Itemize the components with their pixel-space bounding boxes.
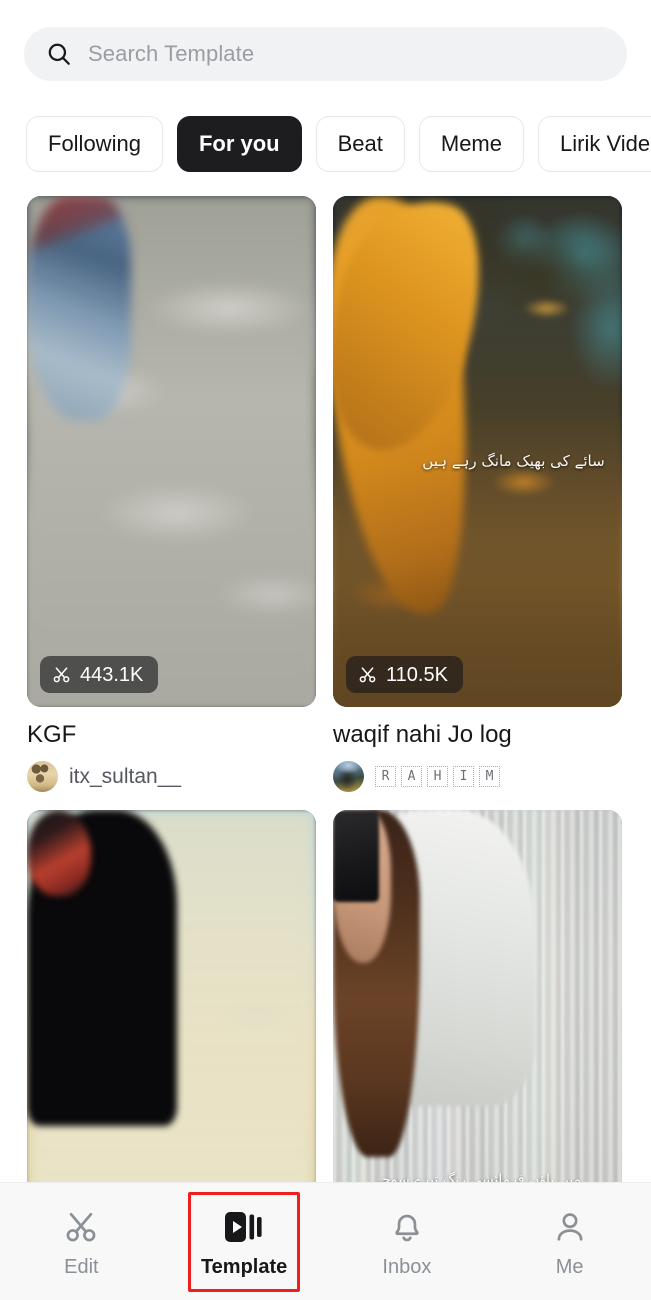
author-glyph: H (427, 766, 448, 788)
author-name: R A H I M (375, 766, 500, 788)
tab-meme[interactable]: Meme (418, 115, 524, 172)
bottom-navigation[interactable]: Edit Template Inbox Me (0, 1182, 651, 1300)
template-grid: 443.1K KGF itx_sultan__ سائے کی بھیک مان… (0, 196, 651, 1182)
bell-icon (386, 1206, 428, 1248)
thumb-phone-layer (333, 809, 380, 902)
author-glyph: A (401, 766, 422, 788)
template-author[interactable]: itx_sultan__ (27, 761, 316, 793)
nav-label-template: Template (200, 1256, 288, 1278)
nav-label-edit: Edit (64, 1256, 99, 1278)
usage-count-text: 110.5K (386, 663, 448, 686)
search-input[interactable]: Search Template (24, 27, 627, 81)
tab-for-you[interactable]: For you (176, 115, 302, 172)
search-placeholder-text: Search Template (88, 41, 255, 66)
tab-following[interactable]: Following (26, 115, 163, 172)
thumb-subject-layer (27, 196, 132, 421)
usage-count-text: 443.1K (80, 663, 144, 686)
template-author[interactable]: R A H I M (333, 761, 622, 793)
category-tabs[interactable]: Following For you Beat Meme Lirik Video (26, 115, 651, 172)
template-card[interactable]: میں پاؤں فرمائشی رنگ تیرے سوچے (333, 809, 622, 1182)
avatar[interactable] (333, 761, 364, 793)
author-glyph: I (453, 766, 474, 788)
template-thumbnail[interactable]: میں پاؤں فرمائشی رنگ تیرے سوچے (333, 809, 622, 1182)
template-title: KGF (27, 721, 77, 748)
nav-item-edit[interactable]: Edit (0, 1183, 163, 1300)
thumbnail-caption-text: میں پاؤں فرمائشی رنگ تیرے سوچے (373, 1172, 582, 1182)
nav-label-inbox: Inbox (382, 1256, 432, 1278)
template-thumbnail[interactable]: سائے کی بھیک مانگ رہے ہیں 110.5K (333, 196, 622, 707)
template-card[interactable]: سائے کی بھیک مانگ رہے ہیں 110.5K waqif n… (333, 196, 622, 793)
nav-item-me[interactable]: Me (488, 1183, 651, 1300)
usage-count-badge: 443.1K (40, 656, 159, 693)
template-feed[interactable]: 443.1K KGF itx_sultan__ سائے کی بھیک مان… (0, 196, 651, 1182)
tab-lirik-video[interactable]: Lirik Video (538, 115, 651, 172)
scissors-icon (359, 667, 376, 683)
avatar[interactable] (27, 761, 58, 793)
nav-label-me: Me (555, 1256, 584, 1278)
template-card[interactable]: 443.1K KGF itx_sultan__ (27, 196, 316, 793)
scissors-icon (53, 667, 70, 683)
tab-beat[interactable]: Beat (315, 115, 405, 172)
app-root: Search Template Following For you Beat M… (0, 0, 651, 1300)
template-thumbnail[interactable]: 443.1K (27, 196, 316, 707)
nav-item-template[interactable]: Template (163, 1183, 326, 1300)
template-thumbnail[interactable] (27, 809, 316, 1182)
nav-item-inbox[interactable]: Inbox (326, 1183, 489, 1300)
template-card[interactable] (27, 809, 316, 1182)
scissors-icon (60, 1206, 102, 1248)
author-name: itx_sultan__ (69, 765, 182, 789)
author-glyph: R (375, 766, 396, 788)
person-icon (549, 1206, 591, 1248)
thumbnail-caption-text: سائے کی بھیک مانگ رہے ہیں (422, 451, 605, 470)
template-play-icon (223, 1206, 265, 1248)
search-bar-container: Search Template (24, 27, 627, 81)
search-icon (46, 41, 72, 67)
thumb-subject-head-layer (27, 809, 91, 897)
author-glyph: M (479, 766, 500, 788)
usage-count-badge: 110.5K (346, 656, 463, 693)
template-title: waqif nahi Jo log (333, 721, 512, 748)
